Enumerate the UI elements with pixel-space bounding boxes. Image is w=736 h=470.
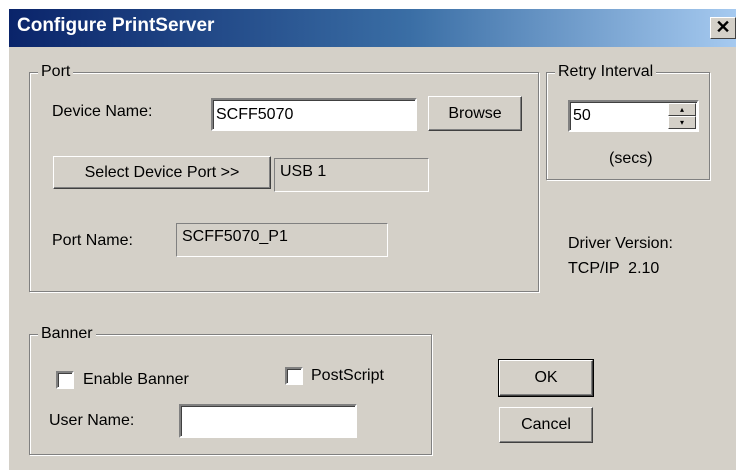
driver-version-label: Driver Version: bbox=[568, 235, 673, 252]
cancel-button-label: Cancel bbox=[521, 416, 571, 433]
user-name-input[interactable] bbox=[179, 404, 357, 438]
browse-button-label: Browse bbox=[448, 104, 502, 122]
select-device-port-label: Select Device Port >> bbox=[84, 163, 240, 181]
retry-interval-unit: (secs) bbox=[609, 150, 653, 167]
dialog-title: Configure PrintServer bbox=[17, 15, 215, 36]
device-name-label: Device Name: bbox=[52, 103, 153, 120]
spin-up-icon[interactable]: ▴ bbox=[668, 103, 696, 116]
select-device-port-button[interactable]: Select Device Port >> bbox=[53, 156, 271, 189]
postscript-label: PostScript bbox=[311, 367, 384, 384]
title-bar[interactable]: Configure PrintServer ✕ bbox=[9, 9, 736, 47]
device-name-input[interactable] bbox=[211, 98, 417, 131]
port-group-legend: Port bbox=[38, 63, 74, 81]
driver-version-value: TCP/IP 2.10 bbox=[568, 260, 660, 277]
postscript-checkbox[interactable] bbox=[285, 367, 303, 385]
enable-banner-label: Enable Banner bbox=[83, 371, 189, 388]
cancel-button[interactable]: Cancel bbox=[499, 407, 593, 443]
spin-down-icon[interactable]: ▾ bbox=[668, 116, 696, 129]
port-name-field: SCFF5070_P1 bbox=[176, 223, 388, 257]
port-name-label: Port Name: bbox=[52, 232, 133, 249]
retry-interval-legend: Retry Interval bbox=[555, 63, 657, 81]
configure-printserver-dialog: Configure PrintServer ✕ Port Device Name… bbox=[8, 8, 736, 470]
banner-group-legend: Banner bbox=[38, 325, 96, 343]
user-name-label: User Name: bbox=[49, 412, 135, 429]
close-icon[interactable]: ✕ bbox=[710, 17, 736, 39]
ok-button[interactable]: OK bbox=[498, 359, 594, 397]
selected-port-field: USB 1 bbox=[274, 158, 429, 192]
ok-button-label: OK bbox=[534, 369, 558, 386]
enable-banner-checkbox[interactable] bbox=[56, 371, 74, 389]
browse-button[interactable]: Browse bbox=[428, 96, 522, 131]
